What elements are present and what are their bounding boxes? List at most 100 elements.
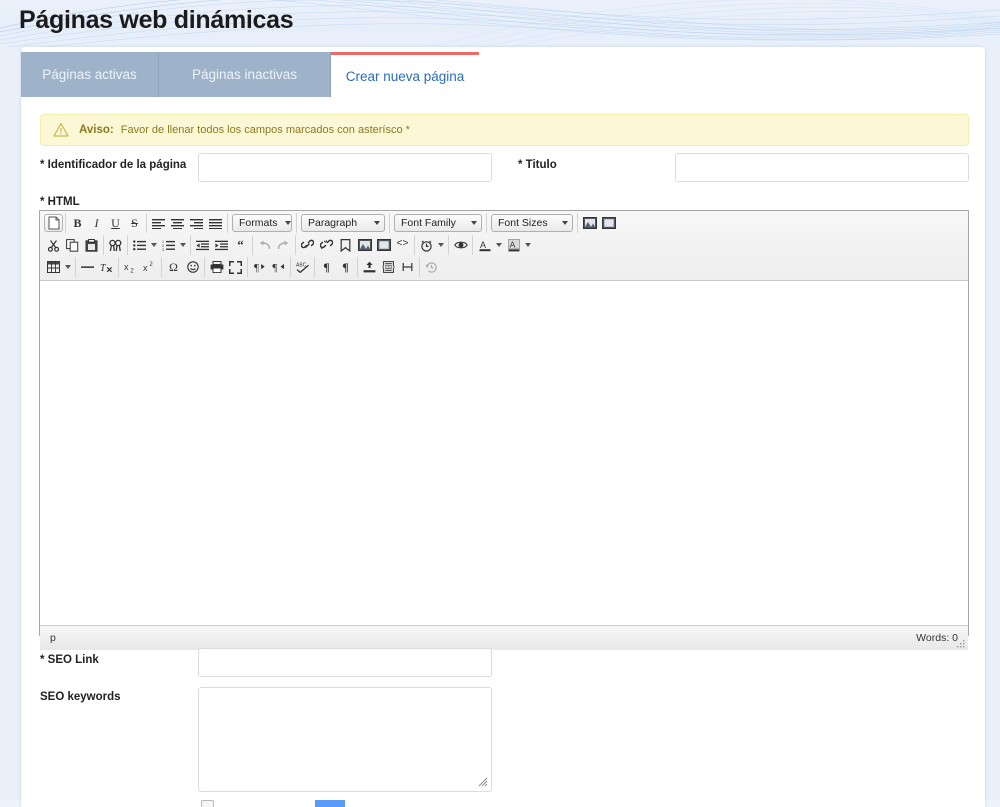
cut-icon[interactable] [44, 236, 63, 254]
font-sizes-select[interactable]: Font Sizes [491, 214, 573, 232]
chevron-down-icon[interactable] [149, 236, 159, 254]
toolbar-group-spellcheck: ABC [291, 257, 315, 277]
toolbar-group-view [205, 257, 248, 277]
align-left-icon[interactable] [149, 214, 168, 232]
toolbar-group-blockformat: Paragraph [297, 213, 390, 233]
seo-link-input[interactable] [198, 648, 492, 677]
identificador-input[interactable] [198, 153, 492, 182]
svg-text:x: x [124, 262, 129, 272]
chevron-down-icon[interactable] [494, 236, 504, 254]
svg-text:A: A [480, 240, 486, 250]
special-character-icon[interactable]: Ω [164, 258, 183, 276]
search-replace-icon[interactable] [106, 236, 125, 254]
bold-icon[interactable]: B [68, 214, 87, 232]
titulo-input[interactable] [675, 153, 969, 182]
label-seo-keywords: SEO keywords [40, 691, 121, 703]
remove-format-icon[interactable]: T [97, 258, 116, 276]
print-icon[interactable] [207, 258, 226, 276]
block-format-select[interactable]: Paragraph [301, 214, 385, 232]
blockquote-icon[interactable]: “ [231, 236, 250, 254]
insert-image-icon[interactable] [580, 214, 599, 232]
svg-text:A: A [509, 239, 515, 249]
horizontal-rule-icon[interactable] [78, 258, 97, 276]
svg-text:¶: ¶ [272, 262, 277, 273]
editor-toolbars: B I U S Formats Paragraph Font Family Fo… [40, 211, 968, 281]
bullet-list-icon[interactable] [130, 236, 149, 254]
svg-text:3: 3 [162, 247, 164, 250]
chevron-down-icon[interactable] [178, 236, 188, 254]
show-blocks-icon[interactable]: ¶ [317, 258, 336, 276]
show-invisibles-icon[interactable]: ¶ [336, 258, 355, 276]
tab-label: Crear nueva página [345, 68, 465, 84]
copy-icon[interactable] [63, 236, 82, 254]
emoticon-icon[interactable] [183, 258, 202, 276]
numbered-list-icon[interactable]: 1 2 3 [159, 236, 178, 254]
page-break-icon[interactable] [379, 258, 398, 276]
font-family-select-value: Font Family [401, 217, 456, 229]
strikethrough-icon[interactable]: S [125, 214, 144, 232]
bottom-action-link[interactable] [315, 800, 345, 807]
editor-resize-handle-icon[interactable] [956, 639, 966, 649]
insert-link-icon[interactable] [298, 236, 317, 254]
svg-text:¶: ¶ [254, 262, 259, 273]
insert-media-icon[interactable] [599, 214, 618, 232]
tab-crear-nueva-pagina[interactable]: Crear nueva página [331, 52, 479, 97]
background-color-icon[interactable]: A [504, 236, 523, 254]
element-path[interactable]: p [50, 632, 56, 644]
align-justify-icon[interactable] [206, 214, 225, 232]
tab-paginas-inactivas[interactable]: Páginas inactivas [159, 52, 331, 97]
indent-icon[interactable] [212, 236, 231, 254]
text-color-icon[interactable]: A [475, 236, 494, 254]
toolbar-group-draft [420, 257, 443, 277]
italic-icon[interactable]: I [87, 214, 106, 232]
fullscreen-icon[interactable] [226, 258, 245, 276]
template-icon[interactable] [360, 258, 379, 276]
underline-icon[interactable]: U [106, 214, 125, 232]
nonbreaking-icon[interactable] [398, 258, 417, 276]
restore-draft-icon[interactable] [422, 258, 441, 276]
chevron-down-icon [471, 221, 477, 225]
toolbar-group-datetime [415, 235, 449, 255]
chevron-down-icon[interactable] [63, 258, 73, 276]
seo-keywords-textarea[interactable] [198, 687, 492, 792]
svg-text:T: T [100, 263, 107, 273]
redo-icon[interactable] [274, 236, 293, 254]
textarea-resize-handle-icon[interactable] [476, 775, 488, 787]
chevron-down-icon[interactable] [523, 236, 533, 254]
toolbar-group-blocks: ¶ ¶ [315, 257, 358, 277]
unlink-icon[interactable] [317, 236, 336, 254]
publish-checkbox[interactable] [201, 800, 214, 807]
ltr-icon[interactable]: ¶ [250, 258, 269, 276]
toolbar-group-clipboard [42, 235, 104, 255]
toolbar-group-direction: ¶ ¶ [248, 257, 291, 277]
preview-icon[interactable] [451, 236, 470, 254]
formats-select[interactable]: Formats [232, 214, 292, 232]
insert-datetime-icon[interactable] [417, 236, 436, 254]
chevron-down-icon[interactable] [436, 236, 446, 254]
formats-select-value: Formats [239, 217, 278, 229]
editor-status-bar: p Words: 0 [40, 626, 968, 650]
label-titulo: * Titulo [518, 159, 557, 171]
subscript-icon[interactable]: x 2 [121, 258, 140, 276]
insert-table-icon[interactable] [44, 258, 63, 276]
image-icon[interactable] [355, 236, 374, 254]
outdent-icon[interactable] [193, 236, 212, 254]
tab-paginas-activas[interactable]: Páginas activas [21, 52, 159, 97]
paste-icon[interactable] [82, 236, 101, 254]
new-document-icon[interactable] [44, 214, 63, 232]
alert-title: Aviso: [79, 124, 114, 136]
spellcheck-icon[interactable]: ABC [293, 258, 312, 276]
source-code-icon[interactable]: <> [393, 236, 412, 254]
align-right-icon[interactable] [187, 214, 206, 232]
toolbar-group-colors: A A [473, 235, 535, 255]
undo-icon[interactable] [255, 236, 274, 254]
rtl-icon[interactable]: ¶ [269, 258, 288, 276]
toolbar-group-pagetools [358, 257, 420, 277]
superscript-icon[interactable]: x 2 [140, 258, 159, 276]
editor-toolbar-row-2: 1 2 3 “ <> A A [40, 234, 968, 256]
media-icon[interactable] [374, 236, 393, 254]
align-center-icon[interactable] [168, 214, 187, 232]
font-family-select[interactable]: Font Family [394, 214, 482, 232]
anchor-icon[interactable] [336, 236, 355, 254]
editor-content-area[interactable] [40, 281, 968, 626]
